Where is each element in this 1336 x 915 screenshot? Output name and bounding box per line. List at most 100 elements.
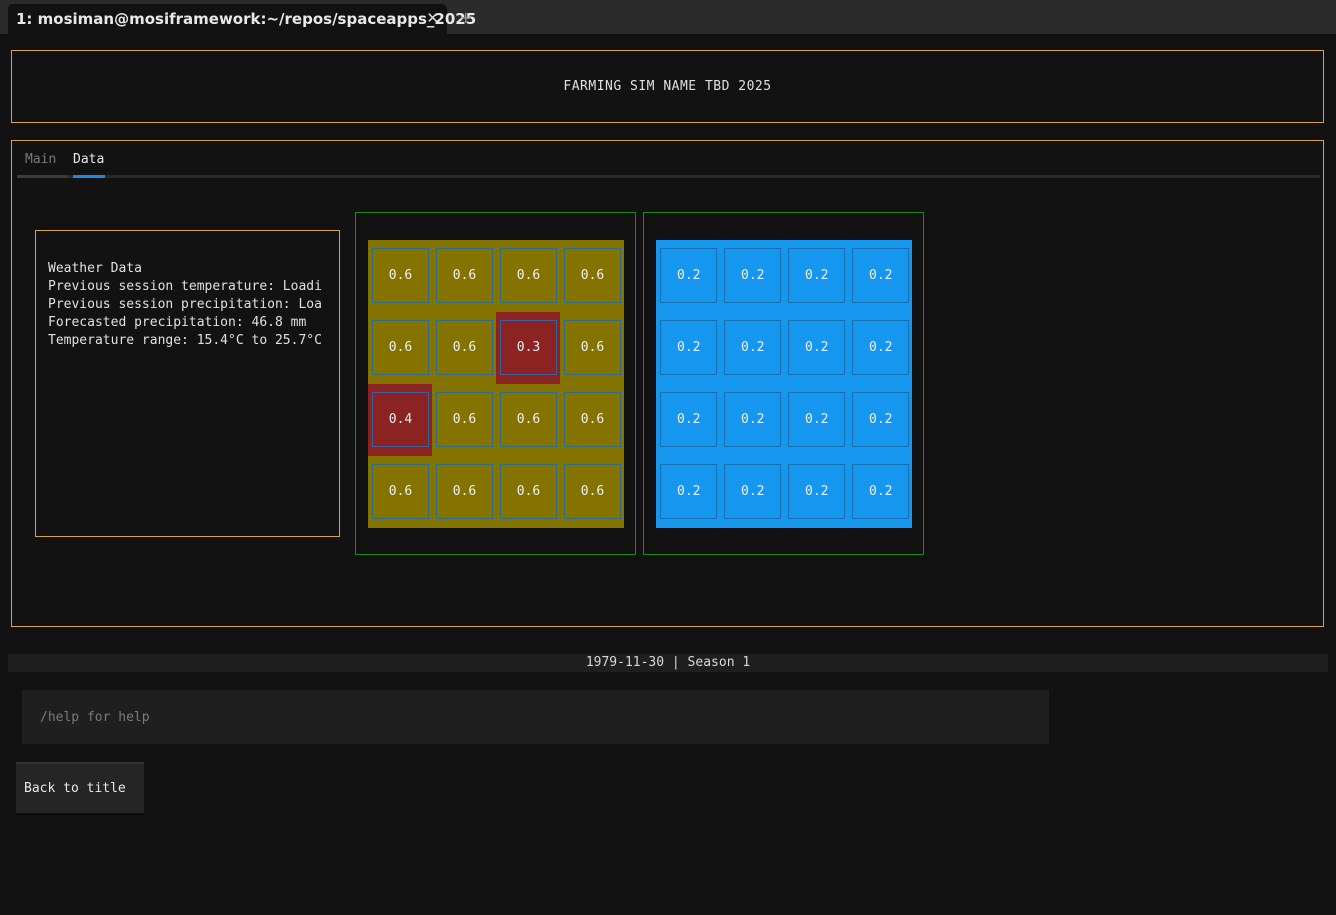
weather-lines: Weather Data Previous session temperatur… — [48, 260, 333, 350]
water-grid: 0.2 0.2 0.2 0.2 0.2 0.2 0.2 0.2 0.2 0.2 0.2 0.2 0.2 0… — [656, 240, 912, 528]
soil-cell-frame: 0.6 — [564, 320, 621, 375]
weather-heading: Weather Data — [48, 261, 142, 276]
water-cell[interactable]: 0.2 — [720, 456, 784, 528]
soil-grid: 0.6 0.6 0.6 0.6 0.6 0.6 0.3 0.6 0.4 0.6 0.6 0.6 0.6 0… — [368, 240, 624, 528]
soil-cell-value: 0.6 — [388, 484, 413, 499]
status-bar: 1979-11-30 | Season 1 — [8, 654, 1328, 672]
close-icon[interactable]: ✕ — [426, 9, 439, 27]
water-cell[interactable]: 0.2 — [784, 456, 848, 528]
water-cell-frame: 0.2 — [788, 248, 845, 303]
water-cell-value: 0.2 — [741, 340, 765, 355]
soil-cell-value: 0.6 — [580, 484, 605, 499]
soil-cell-value: 0.6 — [452, 412, 477, 427]
tab-main[interactable]: Main — [25, 152, 56, 167]
soil-cell-frame: 0.6 — [372, 464, 429, 519]
water-cell-frame: 0.2 — [724, 392, 781, 447]
water-cell-value: 0.2 — [869, 412, 893, 427]
water-cell-value: 0.2 — [677, 268, 701, 283]
soil-cell-frame: 0.6 — [500, 392, 557, 447]
water-cell-frame: 0.2 — [660, 248, 717, 303]
water-cell-value: 0.2 — [741, 484, 765, 499]
water-cell-frame: 0.2 — [788, 464, 845, 519]
water-cell-value: 0.2 — [741, 412, 765, 427]
soil-cell-value: 0.6 — [516, 484, 541, 499]
soil-cell-frame: 0.6 — [436, 392, 493, 447]
water-cell[interactable]: 0.2 — [784, 384, 848, 456]
soil-cell-frame: 0.6 — [372, 248, 429, 303]
soil-cell-frame: 0.6 — [436, 464, 493, 519]
tab-bar: Main Data — [17, 141, 1320, 179]
water-cell-value: 0.2 — [741, 268, 765, 283]
soil-cell[interactable]: 0.6 — [496, 384, 560, 456]
weather-temperature-range: Temperature range: 15.4°C to 25.7°C — [48, 333, 322, 348]
soil-cell-value: 0.6 — [388, 268, 413, 283]
water-cell-frame: 0.2 — [660, 320, 717, 375]
water-cell-value: 0.2 — [805, 268, 829, 283]
weather-panel: Weather Data Previous session temperatur… — [35, 230, 340, 537]
soil-cell-frame: 0.6 — [564, 464, 621, 519]
soil-cell-frame: 0.3 — [500, 320, 557, 375]
soil-cell[interactable]: 0.6 — [560, 384, 624, 456]
soil-cell-value: 0.3 — [516, 340, 541, 355]
tab-bar-divider — [17, 175, 1320, 178]
water-cell[interactable]: 0.2 — [848, 240, 912, 312]
soil-cell[interactable]: 0.6 — [432, 240, 496, 312]
soil-cell-frame: 0.6 — [436, 320, 493, 375]
water-cell[interactable]: 0.2 — [784, 240, 848, 312]
window-tab-bar: 1: mosiman@mosiframework:~/repos/spaceap… — [0, 0, 1336, 34]
soil-cell-frame: 0.4 — [372, 392, 429, 447]
water-cell[interactable]: 0.2 — [720, 240, 784, 312]
soil-cell[interactable]: 0.6 — [368, 456, 432, 528]
soil-cell-value: 0.6 — [516, 412, 541, 427]
water-cell-value: 0.2 — [805, 484, 829, 499]
water-cell-frame: 0.2 — [852, 248, 909, 303]
water-cell[interactable]: 0.2 — [656, 240, 720, 312]
water-cell[interactable]: 0.2 — [848, 456, 912, 528]
water-cell-frame: 0.2 — [660, 464, 717, 519]
soil-cell[interactable]: 0.6 — [560, 312, 624, 384]
soil-cell[interactable]: 0.6 — [432, 456, 496, 528]
water-cell[interactable]: 0.2 — [656, 384, 720, 456]
command-input[interactable] — [22, 690, 1049, 744]
soil-cell[interactable]: 0.6 — [496, 456, 560, 528]
water-cell[interactable]: 0.2 — [848, 312, 912, 384]
soil-cell[interactable]: 0.4 — [368, 384, 432, 456]
water-cell-value: 0.2 — [677, 412, 701, 427]
water-cell-value: 0.2 — [869, 484, 893, 499]
water-cell[interactable]: 0.2 — [656, 456, 720, 528]
soil-cell-frame: 0.6 — [372, 320, 429, 375]
back-to-title-button[interactable]: Back to title — [16, 762, 144, 815]
tab-data[interactable]: Data — [73, 152, 104, 167]
water-cell-value: 0.2 — [869, 268, 893, 283]
water-cell-frame: 0.2 — [852, 320, 909, 375]
soil-cell[interactable]: 0.6 — [496, 240, 560, 312]
water-cell[interactable]: 0.2 — [656, 312, 720, 384]
water-cell[interactable]: 0.2 — [848, 384, 912, 456]
soil-cell-value: 0.6 — [580, 412, 605, 427]
water-cell-value: 0.2 — [677, 484, 701, 499]
soil-cell[interactable]: 0.3 — [496, 312, 560, 384]
soil-cell[interactable]: 0.6 — [432, 312, 496, 384]
water-cell-frame: 0.2 — [788, 392, 845, 447]
terminal-tab[interactable]: 1: mosiman@mosiframework:~/repos/spaceap… — [8, 4, 476, 34]
soil-cell-frame: 0.6 — [564, 248, 621, 303]
water-cell-value: 0.2 — [805, 412, 829, 427]
water-cell[interactable]: 0.2 — [720, 312, 784, 384]
soil-cell[interactable]: 0.6 — [560, 240, 624, 312]
water-cell-value: 0.2 — [805, 340, 829, 355]
soil-cell-frame: 0.6 — [500, 248, 557, 303]
water-cell[interactable]: 0.2 — [784, 312, 848, 384]
new-tab-icon[interactable]: + — [459, 8, 472, 27]
soil-cell-value: 0.6 — [388, 340, 413, 355]
soil-cell[interactable]: 0.6 — [368, 312, 432, 384]
water-cell[interactable]: 0.2 — [720, 384, 784, 456]
soil-cell[interactable]: 0.6 — [368, 240, 432, 312]
water-cell-frame: 0.2 — [724, 464, 781, 519]
app-title: FARMING SIM NAME TBD 2025 — [563, 79, 772, 94]
water-cell-value: 0.2 — [677, 340, 701, 355]
soil-cell[interactable]: 0.6 — [432, 384, 496, 456]
soil-cell-frame: 0.6 — [436, 248, 493, 303]
soil-cell[interactable]: 0.6 — [560, 456, 624, 528]
soil-cell-value: 0.6 — [452, 340, 477, 355]
soil-cell-value: 0.6 — [516, 268, 541, 283]
